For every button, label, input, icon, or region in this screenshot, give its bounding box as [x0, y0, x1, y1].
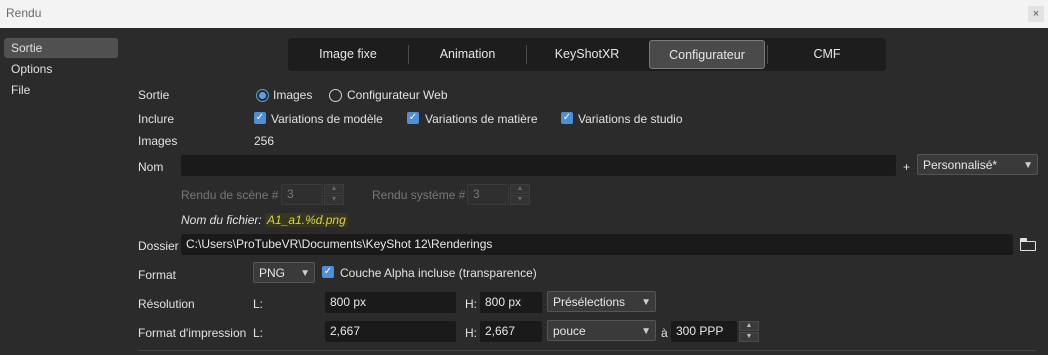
images-radio-icon[interactable]: [256, 89, 269, 102]
resolution-width-input[interactable]: 800 px: [325, 292, 456, 313]
images-count-label: Images: [138, 134, 178, 148]
chevron-down-icon: ▼: [300, 268, 310, 279]
print-width-label: L:: [253, 326, 264, 340]
folder-label: Dossier: [138, 239, 179, 253]
include-label: Inclure: [138, 112, 175, 126]
resolution-label: Résolution: [138, 297, 195, 311]
studio-variations-checkbox-icon[interactable]: ✓: [561, 112, 573, 124]
name-input[interactable]: [181, 155, 896, 176]
model-variations-checkbox-icon[interactable]: ✓: [254, 112, 266, 124]
format-select[interactable]: PNG ▼: [253, 262, 315, 283]
print-unit-value: pouce: [553, 324, 586, 338]
chevron-down-icon: ▼: [641, 297, 651, 308]
folder-path-input[interactable]: C:\Users\ProTubeVR\Documents\KeyShot 12\…: [181, 234, 1013, 255]
resolution-height-input[interactable]: 800 px: [480, 292, 542, 313]
resolution-width-label: L:: [253, 297, 264, 311]
print-width-input[interactable]: 2,667: [325, 321, 456, 342]
studio-variations-label[interactable]: Variations de studio: [578, 112, 683, 126]
alpha-checkbox-icon[interactable]: ✓: [322, 266, 334, 278]
material-variations-label[interactable]: Variations de matière: [425, 112, 538, 126]
title-bar: Rendu ×: [0, 0, 1048, 28]
name-preset-select[interactable]: Personnalisé* ▼: [917, 154, 1038, 175]
web-configurator-option-label[interactable]: Configurateur Web: [347, 88, 448, 102]
print-height-label: H:: [465, 326, 477, 340]
name-preset-value: Personnalisé*: [923, 158, 998, 172]
images-option-label[interactable]: Images: [273, 88, 312, 102]
tab-bar: Image fixe Animation KeyShotXR Configura…: [288, 38, 886, 71]
print-height-input[interactable]: 2,667: [480, 321, 542, 342]
tab-configurateur[interactable]: Configurateur: [649, 40, 765, 69]
name-label: Nom: [138, 160, 164, 174]
images-count-value: 256: [254, 134, 275, 148]
alpha-label[interactable]: Couche Alpha incluse (transparence): [340, 266, 537, 280]
name-plus-sign: +: [903, 160, 911, 174]
main-panel: Image fixe Animation KeyShotXR Configura…: [124, 28, 1048, 355]
tab-animation[interactable]: Animation: [409, 38, 526, 71]
print-unit-select[interactable]: pouce ▼: [547, 320, 656, 341]
window-title: Rendu: [6, 6, 42, 20]
print-format-label: Format d'impression: [138, 326, 247, 340]
resolution-presets-select[interactable]: Présélections ▼: [547, 291, 656, 312]
close-icon[interactable]: ×: [1028, 6, 1044, 22]
dpi-spinner-arrows-icon[interactable]: ▲ ▼: [739, 321, 759, 342]
system-render-label: Rendu système #: [372, 188, 466, 202]
format-value: PNG: [259, 266, 286, 280]
print-at-label: à: [661, 326, 668, 340]
tab-keyshotxr[interactable]: KeyShotXR: [527, 38, 647, 71]
model-variations-label[interactable]: Variations de modèle: [271, 112, 383, 126]
system-render-spinner-arrows-icon[interactable]: ▲ ▼: [510, 184, 530, 205]
format-label: Format: [138, 268, 177, 282]
resolution-height-label: H:: [465, 297, 477, 311]
sidebar-item-options[interactable]: Options: [4, 59, 118, 79]
section-divider: [138, 350, 1036, 351]
sidebar-item-file[interactable]: File: [4, 80, 118, 100]
filename-label: Nom du fichier:: [181, 213, 262, 227]
filename-value: A1_a1.%d.png: [265, 213, 348, 227]
tab-cmf[interactable]: CMF: [768, 38, 886, 71]
scene-render-input[interactable]: 3: [281, 184, 323, 205]
folder-icon[interactable]: [1020, 238, 1036, 251]
resolution-presets-value: Présélections: [553, 295, 626, 309]
system-render-input[interactable]: 3: [467, 184, 509, 205]
scene-render-label: Rendu de scène #: [181, 188, 279, 202]
tab-image-fixe[interactable]: Image fixe: [288, 38, 408, 71]
web-configurator-radio-icon[interactable]: [329, 89, 342, 102]
sidebar-item-sortie[interactable]: Sortie: [4, 38, 118, 58]
sidebar: Sortie Options File: [0, 28, 124, 355]
chevron-down-icon: ▼: [641, 326, 651, 337]
chevron-down-icon: ▼: [1023, 160, 1033, 171]
output-label: Sortie: [138, 88, 170, 102]
scene-render-spinner-arrows-icon[interactable]: ▲ ▼: [324, 184, 344, 205]
material-variations-checkbox-icon[interactable]: ✓: [407, 112, 419, 124]
filename-line: Nom du fichier: A1_a1.%d.png: [181, 213, 348, 227]
print-dpi-input[interactable]: 300 PPP: [671, 321, 737, 342]
